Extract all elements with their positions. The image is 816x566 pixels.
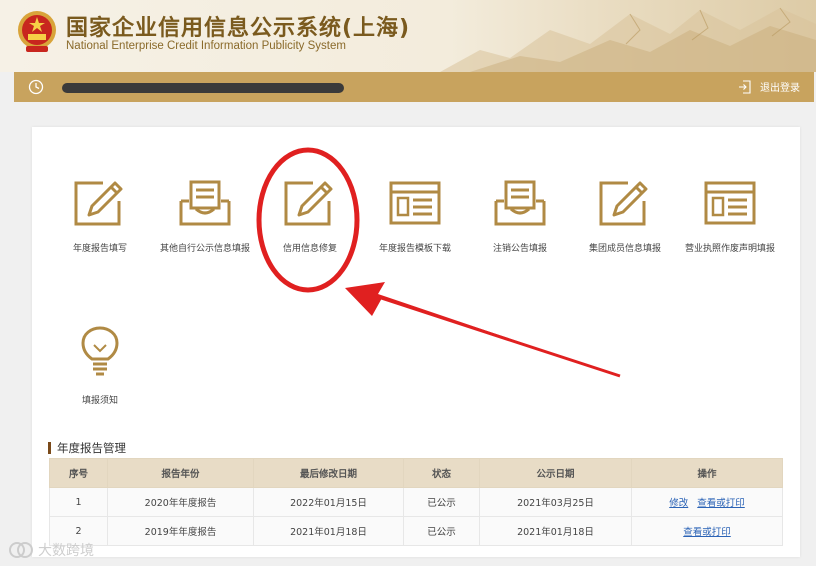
site-header: 国家企业信用信息公示系统(上海) National Enterprise Cre…	[0, 0, 816, 72]
tile-deregistration-notice[interactable]: 注销公告填报	[460, 179, 580, 254]
tile-template-download[interactable]: 年度报告模板下载	[355, 179, 475, 254]
watermark: 大数跨境	[8, 540, 94, 560]
form-list-icon	[389, 181, 441, 225]
tile-annual-report-fill[interactable]: 年度报告填写	[40, 179, 160, 254]
tile-label: 年度报告填写	[72, 244, 127, 254]
watermark-logo-icon	[9, 542, 33, 558]
column-header: 报告年份	[107, 458, 254, 488]
column-header: 序号	[49, 458, 108, 488]
site-title: 国家企业信用信息公示系统(上海)	[66, 16, 411, 41]
cell-year: 2020年年度报告	[107, 487, 254, 517]
pencil-square-icon	[599, 181, 648, 226]
column-header: 状态	[403, 458, 480, 488]
table-row: 2 2019年年度报告 2021年01月18日 已公示 2021年01月18日 …	[49, 516, 783, 546]
section-title: 年度报告管理	[48, 440, 126, 456]
column-header: 公示日期	[479, 458, 632, 488]
cell-modified: 2022年01月15日	[253, 487, 404, 517]
edit-link[interactable]: 修改	[669, 498, 688, 509]
mountain-background	[440, 7, 816, 72]
site-subtitle: National Enterprise Credit Information P…	[66, 40, 346, 52]
table-row: 1 2020年年度报告 2022年01月15日 已公示 2021年03月25日 …	[49, 487, 783, 517]
logout-icon	[739, 79, 751, 94]
watermark-text: 大数跨境	[38, 543, 94, 559]
document-tray-icon	[494, 180, 546, 226]
tile-other-disclosure[interactable]: 其他自行公示信息填报	[145, 179, 265, 254]
tile-label: 其他自行公示信息填报	[159, 244, 250, 254]
tile-label: 集团成员信息填报	[588, 244, 661, 254]
tile-credit-repair[interactable]: 信用信息修复	[250, 179, 370, 254]
cell-published: 2021年03月25日	[479, 487, 632, 517]
document-tray-icon	[179, 180, 231, 226]
tile-group-member-info[interactable]: 集团成员信息填报	[565, 179, 685, 254]
cell-no: 1	[49, 487, 108, 517]
tile-label: 注销公告填报	[492, 244, 547, 254]
cell-year: 2019年年度报告	[107, 516, 254, 546]
lightbulb-icon	[81, 326, 119, 376]
annual-report-table: 序号 报告年份 最后修改日期 状态 公示日期 操作 1 2020年年度报告 20…	[49, 458, 783, 546]
user-toolbar: 退出登录	[14, 72, 814, 102]
tile-filing-instructions[interactable]: 填报须知	[40, 325, 160, 406]
view-print-link[interactable]: 查看或打印	[683, 527, 731, 538]
column-header: 操作	[631, 458, 783, 488]
national-emblem-icon	[18, 11, 56, 52]
cell-actions: 修改 查看或打印	[631, 487, 783, 517]
form-list-icon	[704, 181, 756, 225]
view-print-link[interactable]: 查看或打印	[697, 498, 745, 509]
table-header-row: 序号 报告年份 最后修改日期 状态 公示日期 操作	[49, 458, 783, 488]
cell-status: 已公示	[403, 487, 480, 517]
pencil-square-icon	[74, 181, 123, 226]
tile-label: 填报须知	[81, 396, 118, 406]
tile-label: 年度报告模板下载	[378, 244, 451, 254]
tile-license-void-statement[interactable]: 营业执照作废声明填报	[670, 179, 790, 254]
clock-icon	[28, 79, 44, 95]
cell-status: 已公示	[403, 516, 480, 546]
column-header: 最后修改日期	[253, 458, 404, 488]
section-marker	[48, 442, 51, 454]
logout-label: 退出登录	[760, 83, 800, 94]
section-title-text: 年度报告管理	[57, 441, 126, 455]
tile-label: 信用信息修复	[282, 244, 337, 254]
cell-published: 2021年01月18日	[479, 516, 632, 546]
tile-label: 营业执照作废声明填报	[684, 244, 775, 254]
cell-modified: 2021年01月18日	[253, 516, 404, 546]
cell-actions: 查看或打印	[631, 516, 783, 546]
logout-button[interactable]: 退出登录	[738, 79, 800, 94]
pencil-square-icon	[284, 181, 333, 226]
redacted-user-info	[62, 83, 344, 93]
